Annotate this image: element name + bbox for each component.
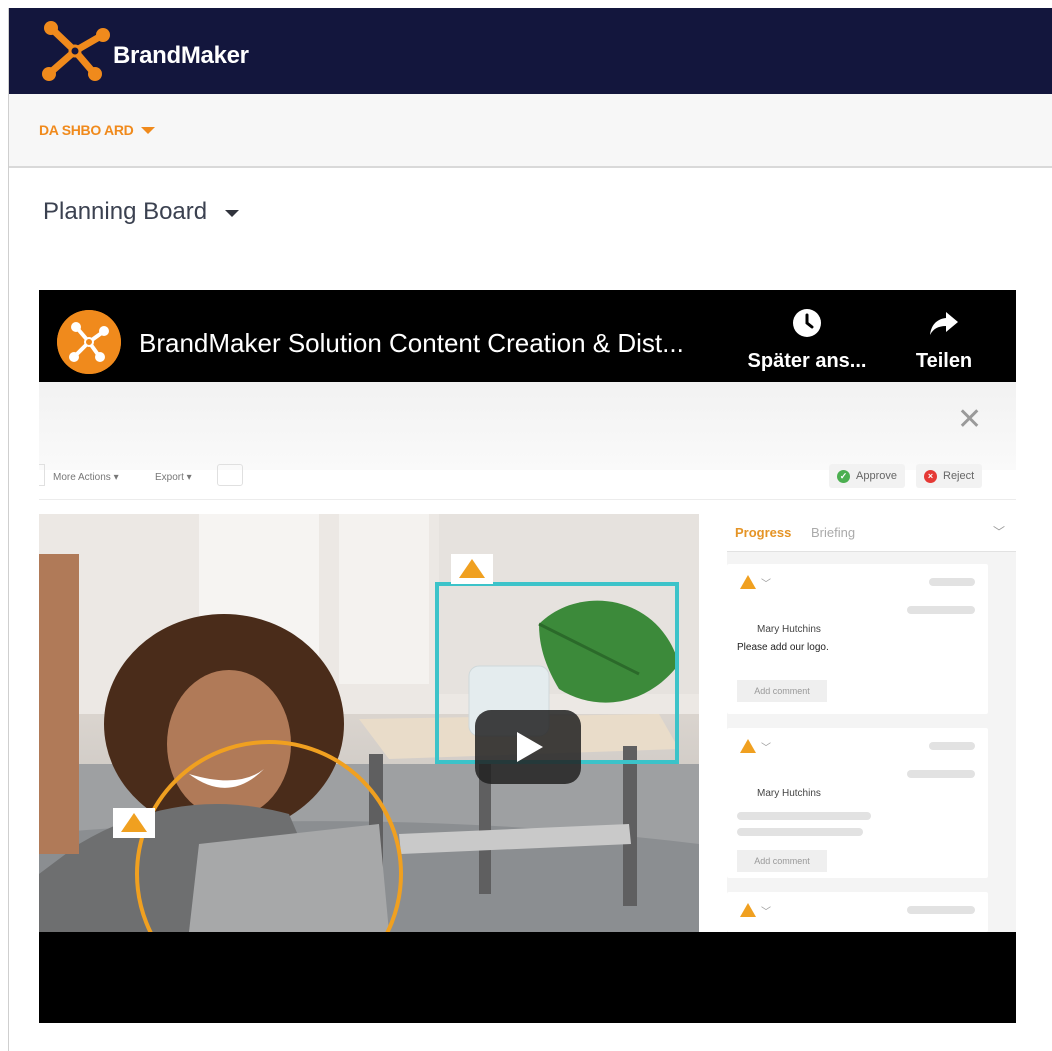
share-label: Teilen — [915, 350, 973, 372]
caret-down-icon — [225, 209, 240, 217]
chevron-down-icon: ﹀ — [761, 578, 771, 590]
video-header: BrandMaker Solution Content Creation & D… — [39, 290, 1016, 382]
watch-later-label: Später ans... — [747, 350, 867, 372]
chevron-down-icon: ﹀ — [993, 525, 1006, 539]
comment-text: Please add our logo. — [737, 642, 829, 653]
placeholder-bar — [737, 812, 871, 820]
x-circle-icon: × — [924, 469, 937, 483]
browser-frame: BrandMaker DA SHBO ARD Planning Board Br… — [8, 8, 1052, 1051]
board-title: Planning Board — [43, 198, 208, 225]
brandmaker-logo-icon[interactable] — [39, 20, 111, 82]
comment-card: ﹀ — [727, 892, 988, 932]
board-selector[interactable]: Planning Board — [43, 198, 240, 226]
add-comment-button: Add comment — [737, 680, 827, 702]
progress-panel: Progress Briefing ﹀ ﹀ Mary Hutchins Plea… — [727, 514, 1016, 932]
clock-icon — [793, 309, 821, 337]
panel-tabs: Progress Briefing ﹀ — [727, 514, 1016, 552]
video-player[interactable]: BrandMaker Solution Content Creation & D… — [39, 290, 1016, 1023]
top-bar: BrandMaker — [9, 8, 1052, 94]
approve-label: Approve — [856, 470, 897, 482]
chevron-down-icon: ﹀ — [761, 906, 771, 918]
add-comment-button: Add comment — [737, 850, 827, 872]
commenter-name: Mary Hutchins — [757, 624, 821, 635]
play-button[interactable] — [475, 710, 581, 784]
share-button[interactable]: Teilen — [909, 308, 979, 373]
search-box — [217, 464, 243, 486]
warning-status: ﹀ — [739, 738, 771, 754]
reject-button: × Reject — [916, 464, 983, 488]
warning-status: ﹀ — [739, 902, 771, 918]
channel-avatar-icon[interactable] — [57, 310, 121, 374]
close-icon: ✕ — [957, 402, 983, 437]
watch-later-button[interactable]: Später ans... — [745, 308, 869, 373]
share-arrow-icon — [930, 312, 958, 335]
frame-top-area — [39, 382, 1016, 470]
placeholder-bar — [929, 578, 975, 586]
warning-icon — [740, 739, 756, 753]
chevron-down-icon: ﹀ — [761, 742, 771, 754]
sub-navigation: DA SHBO ARD — [9, 94, 1052, 168]
brand-name: BrandMaker — [113, 42, 249, 69]
caret-down-icon — [141, 126, 156, 134]
approve-button: ✓ Approve — [829, 464, 905, 488]
warning-icon — [740, 903, 756, 917]
dashboard-label: DA SHBO ARD — [39, 122, 134, 138]
toolbar: More Actions ▾ Export ▾ ✓ Approve × Reje… — [39, 460, 1016, 500]
video-frame: ✕ More Actions ▾ Export ▾ ✓ Approve × Re… — [39, 382, 1016, 932]
toolbar-edge — [39, 464, 45, 486]
warning-icon — [740, 575, 756, 589]
export-menu: Export ▾ — [155, 472, 192, 483]
placeholder-bar — [929, 742, 975, 750]
tab-progress: Progress — [735, 525, 792, 540]
placeholder-bar — [907, 606, 975, 614]
reject-label: Reject — [943, 470, 975, 482]
placeholder-bar — [907, 770, 975, 778]
commenter-name: Mary Hutchins — [757, 788, 821, 799]
placeholder-bar — [907, 906, 975, 914]
tab-briefing: Briefing — [811, 525, 856, 540]
dashboard-menu-button[interactable]: DA SHBO ARD — [39, 122, 156, 138]
campaign-photo — [39, 514, 699, 932]
more-actions-menu: More Actions ▾ — [53, 472, 119, 483]
placeholder-bar — [737, 828, 863, 836]
comment-card: ﹀ Mary Hutchins Please add our logo. Add… — [727, 564, 988, 714]
video-title[interactable]: BrandMaker Solution Content Creation & D… — [139, 328, 684, 359]
check-icon: ✓ — [837, 469, 850, 483]
warning-status: ﹀ — [739, 574, 771, 590]
comment-card: ﹀ Mary Hutchins Add comment — [727, 728, 988, 878]
photo-illustration — [39, 514, 699, 932]
